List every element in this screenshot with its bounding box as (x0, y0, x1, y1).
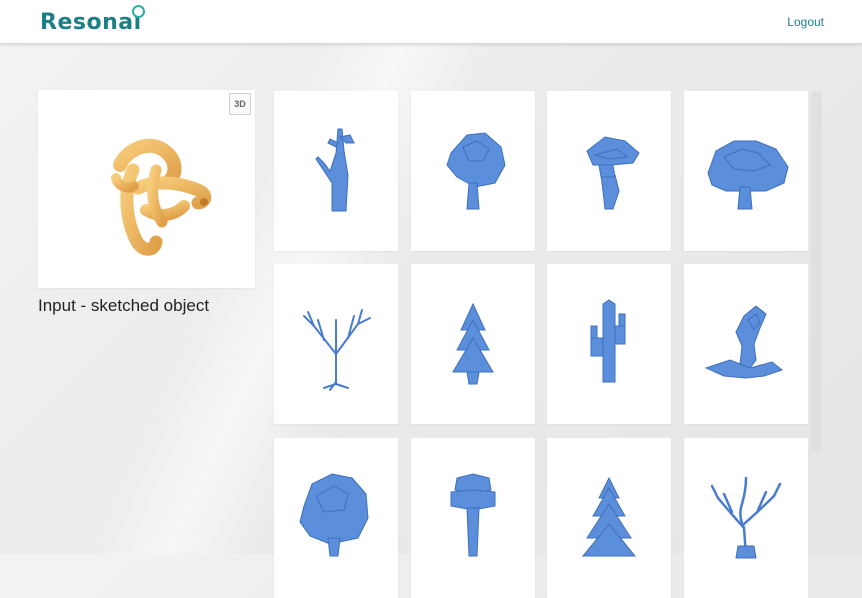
input-preview-card: 3D (38, 90, 255, 288)
result-tile-11[interactable] (547, 438, 671, 598)
view-3d-button[interactable]: 3D (229, 93, 251, 115)
result-tile-5[interactable] (274, 264, 398, 424)
result-tile-7[interactable] (547, 264, 671, 424)
gnarled-branch-tree-icon (710, 476, 782, 559)
result-tile-8[interactable] (684, 264, 808, 424)
result-tile-2[interactable] (411, 91, 535, 251)
logout-link[interactable]: Logout (787, 15, 824, 29)
result-tile-3[interactable] (547, 91, 671, 251)
logo-ring-icon (132, 5, 145, 18)
sketch-blob-icon (111, 138, 212, 256)
lowpoly-bonsai-icon (586, 136, 640, 210)
stacked-lowpoly-tree-icon (450, 473, 496, 557)
cactus-icon (590, 299, 626, 383)
input-caption: Input - sketched object (38, 296, 210, 315)
result-tile-4[interactable] (684, 91, 808, 251)
results-scrollbar[interactable] (811, 91, 822, 452)
result-tile-9[interactable] (274, 438, 398, 598)
resonai-logo[interactable]: Resonai (40, 5, 145, 40)
result-tile-12[interactable] (684, 438, 808, 598)
dense-shrub-icon (299, 473, 369, 557)
leafy-tree-icon (446, 132, 506, 210)
result-tile-6[interactable] (411, 264, 535, 424)
spiky-pine-icon (581, 476, 637, 557)
twisted-trunk-icon (704, 305, 784, 379)
bushy-tree-icon (707, 140, 789, 210)
bare-branch-tree-icon (303, 309, 371, 391)
result-tile-1[interactable] (274, 91, 398, 251)
dead-trunk-tree-icon (315, 128, 355, 212)
result-tile-10[interactable] (411, 438, 535, 598)
pine-tree-icon (452, 302, 494, 385)
logo-text: Resonai (40, 10, 142, 35)
top-bar: Resonai Logout (0, 0, 862, 44)
